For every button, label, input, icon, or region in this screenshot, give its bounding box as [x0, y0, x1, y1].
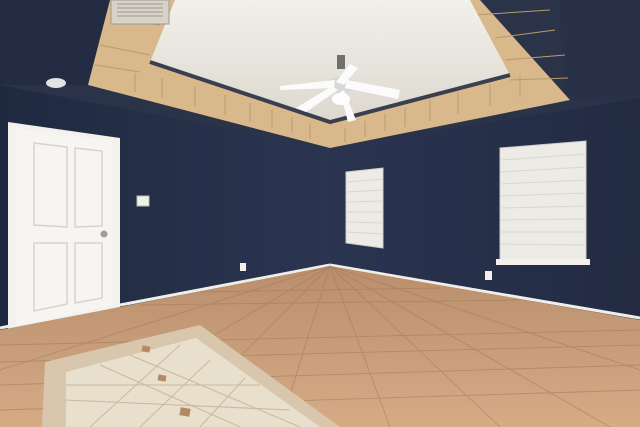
door [8, 122, 120, 330]
air-vent [110, 0, 170, 25]
room-photo [0, 0, 640, 427]
outlet-right [485, 271, 492, 280]
smoke-detector [46, 78, 66, 88]
light-switch [136, 195, 150, 207]
door-knob [100, 230, 108, 238]
window-large [496, 140, 590, 265]
outlet-left [240, 263, 246, 271]
window-small [345, 167, 384, 249]
ceiling-right [560, 0, 640, 100]
baseboard-door-left [0, 324, 11, 330]
